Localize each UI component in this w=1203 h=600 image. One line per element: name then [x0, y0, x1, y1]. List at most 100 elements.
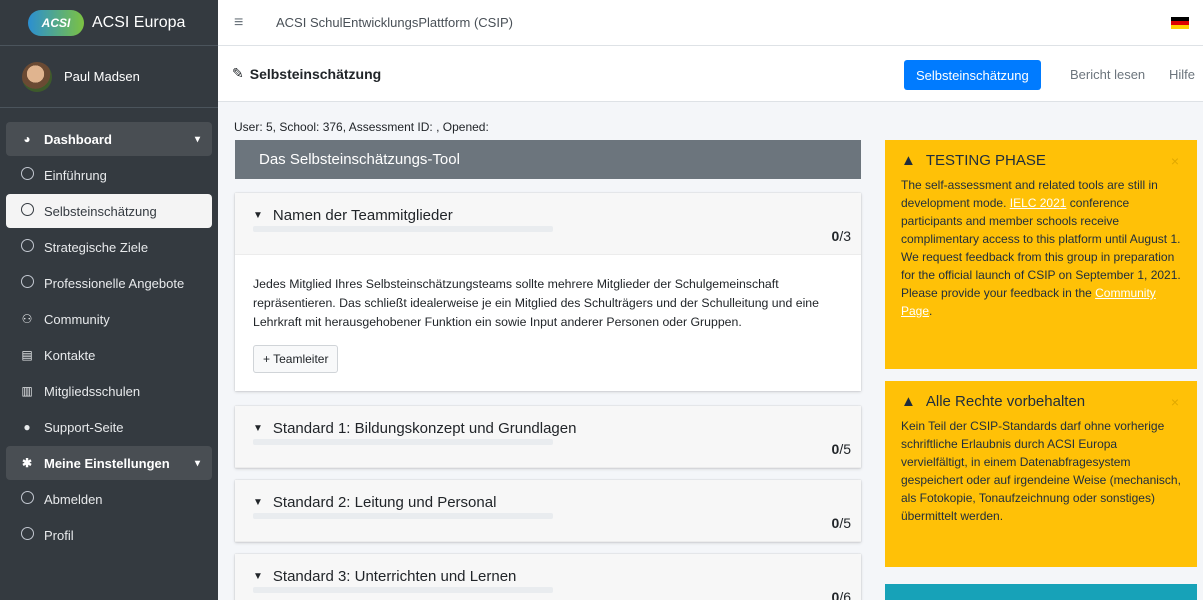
- sidebar-item-profil[interactable]: Profil: [6, 518, 212, 552]
- user-name: Paul Madsen: [64, 69, 140, 84]
- section-progress-bar: [253, 587, 553, 593]
- sidebar-item-label: Community: [44, 311, 110, 327]
- circle-icon: [18, 491, 36, 507]
- section-title: ▼ Standard 1: Bildungskonzept und Grundl…: [253, 420, 576, 437]
- section-header[interactable]: ▼ Namen der Teammitglieder 0/3: [235, 193, 861, 255]
- alert-title-text: Alle Rechte vorbehalten: [925, 393, 1086, 410]
- sidebar-item-selbsteinschaetzung[interactable]: Selbsteinschätzung: [6, 194, 212, 228]
- chevron-down-icon: ▼: [253, 210, 263, 221]
- sidebar-item-kontakte[interactable]: ▤ Kontakte: [6, 338, 212, 372]
- circle-icon: [18, 275, 36, 291]
- sidebar-nav: ◕ Dashboard ▾ Einführung Selbsteinschätz…: [0, 108, 218, 552]
- german-flag-icon[interactable]: [1171, 17, 1189, 29]
- circle-icon: [18, 527, 36, 543]
- section-body: Jedes Mitglied Ihres Selbsteinschätzungs…: [235, 255, 861, 391]
- section-header[interactable]: ▼ Standard 1: Bildungskonzept und Grundl…: [235, 406, 861, 468]
- section-title-text: Standard 2: Leitung und Personal: [272, 494, 497, 511]
- alert-text: Kein Teil der CSIP-Standards darf ohne v…: [901, 419, 1181, 523]
- section-description: Jedes Mitglied Ihres Selbsteinschätzungs…: [253, 277, 819, 329]
- chevron-down-icon: ▼: [253, 497, 263, 508]
- sidebar-item-einfuehrung[interactable]: Einführung: [6, 158, 212, 192]
- section-header[interactable]: ▼ Standard 3: Unterrichten und Lernen 0/…: [235, 554, 861, 600]
- sidebar-item-label: Kontakte: [44, 347, 96, 363]
- ielc-2021-link[interactable]: IELC 2021: [1010, 196, 1067, 210]
- warning-icon: ▲: [901, 152, 916, 169]
- sidebar-item-label: Meine Einstellungen: [44, 455, 170, 471]
- sidebar-item-einstellungen[interactable]: ✱ Meine Einstellungen ▾: [6, 446, 212, 480]
- circle-icon: [18, 167, 36, 183]
- alert-title-text: TESTING PHASE: [925, 152, 1046, 169]
- section-title-text: Standard 3: Unterrichten und Lernen: [272, 568, 517, 585]
- section-title: ▼ Namen der Teammitglieder: [253, 207, 453, 224]
- rights-alert: ▲ Alle Rechte vorbehalten × Kein Teil de…: [885, 381, 1197, 567]
- selbsteinschaetzung-button[interactable]: Selbsteinschätzung: [904, 60, 1041, 90]
- section-title: ▼ Standard 3: Unterrichten und Lernen: [253, 568, 516, 585]
- app-title: ACSI SchulEntwicklungsPlattform (CSIP): [276, 15, 513, 30]
- section-score: 0/5: [831, 441, 851, 457]
- sidebar-item-community[interactable]: ⚇ Community: [6, 302, 212, 336]
- sidebar-item-label: Support-Seite: [44, 419, 124, 435]
- edit-icon: ✎: [232, 65, 244, 81]
- sidebar-item-label: Selbsteinschätzung: [44, 203, 157, 219]
- avatar: [22, 61, 52, 92]
- sidebar-item-label: Abmelden: [44, 491, 103, 507]
- close-icon[interactable]: ×: [1171, 393, 1179, 411]
- dashboard-icon: ◕: [23, 132, 31, 146]
- acsi-logo: ACSI: [28, 9, 84, 36]
- chevron-down-icon: ▾: [194, 457, 200, 469]
- brand-link[interactable]: ACSI ACSI Europa: [0, 0, 218, 46]
- close-icon[interactable]: ×: [1171, 152, 1179, 170]
- page-title: ✎ Selbsteinschätzung: [232, 65, 381, 82]
- section-card-standard-3: ▼ Standard 3: Unterrichten und Lernen 0/…: [235, 554, 861, 600]
- chevron-down-icon: ▼: [253, 423, 263, 434]
- page-header: ✎ Selbsteinschätzung Selbsteinschätzung …: [218, 46, 1203, 102]
- gear-icon: ✱: [21, 456, 33, 470]
- alert-title: ▲ TESTING PHASE: [901, 152, 1181, 170]
- sidebar-item-label: Dashboard: [44, 131, 112, 147]
- alert-title: ▲ Alle Rechte vorbehalten: [901, 393, 1181, 411]
- hamburger-menu-icon[interactable]: ≡: [234, 14, 254, 32]
- add-teamleiter-button[interactable]: + Teamleiter: [253, 345, 339, 373]
- info-alert: [885, 584, 1197, 600]
- section-card-standard-2: ▼ Standard 2: Leitung und Personal 0/5: [235, 480, 861, 542]
- section-title-text: Namen der Teammitglieder: [272, 207, 453, 224]
- sidebar-item-label: Professionelle Angebote: [44, 275, 185, 291]
- alert-text: The self-assessment and related tools ar…: [901, 178, 1181, 318]
- testing-phase-alert: ▲ TESTING PHASE × The self-assessment an…: [885, 140, 1197, 369]
- section-header[interactable]: ▼ Standard 2: Leitung und Personal 0/5: [235, 480, 861, 542]
- bericht-lesen-link[interactable]: Bericht lesen: [1070, 67, 1145, 82]
- brand-name: ACSI Europa: [92, 13, 186, 31]
- section-card-team: ▼ Namen der Teammitglieder 0/3 Jedes Mit…: [235, 193, 861, 391]
- contact-card-icon: ▤: [21, 348, 33, 362]
- sidebar-item-support[interactable]: ● Support-Seite: [6, 410, 212, 444]
- sidebar-item-dashboard[interactable]: ◕ Dashboard ▾: [6, 122, 212, 156]
- section-card-standard-1: ▼ Standard 1: Bildungskonzept und Grundl…: [235, 406, 861, 468]
- school-icon: ▥: [21, 384, 33, 398]
- sidebar-item-strategische-ziele[interactable]: Strategische Ziele: [6, 230, 212, 264]
- sidebar-item-label: Einführung: [44, 167, 107, 183]
- top-navbar: ≡ ACSI SchulEntwicklungsPlattform (CSIP): [218, 0, 1203, 46]
- section-title: ▼ Standard 2: Leitung und Personal: [253, 494, 496, 511]
- sidebar-item-mitgliedsschulen[interactable]: ▥ Mitgliedsschulen: [6, 374, 212, 408]
- circle-icon: [18, 239, 36, 255]
- assessment-meta: User: 5, School: 376, Assessment ID: , O…: [234, 120, 489, 134]
- sidebar-item-abmelden[interactable]: Abmelden: [6, 482, 212, 516]
- section-progress-bar: [253, 226, 553, 232]
- user-panel[interactable]: Paul Madsen: [0, 46, 218, 108]
- warning-icon: ▲: [901, 393, 916, 410]
- sidebar-item-label: Strategische Ziele: [44, 239, 149, 255]
- section-progress-bar: [253, 513, 553, 519]
- tool-header: Das Selbsteinschätzungs-Tool: [235, 140, 861, 179]
- sidebar-item-label: Profil: [44, 527, 74, 543]
- sidebar: ACSI ACSI Europa Paul Madsen ◕ Dashboard…: [0, 0, 218, 600]
- sidebar-item-professionelle-angebote[interactable]: Professionelle Angebote: [6, 266, 212, 300]
- community-icon: ⚇: [21, 312, 33, 326]
- section-score: 0/6: [831, 589, 851, 600]
- chevron-down-icon: ▼: [253, 571, 263, 582]
- section-score: 0/5: [831, 515, 851, 531]
- hilfe-link[interactable]: Hilfe: [1169, 67, 1195, 82]
- section-progress-bar: [253, 439, 553, 445]
- info-icon: ●: [23, 420, 31, 434]
- section-title-text: Standard 1: Bildungskonzept und Grundlag…: [272, 420, 577, 437]
- page-title-text: Selbsteinschätzung: [249, 65, 382, 82]
